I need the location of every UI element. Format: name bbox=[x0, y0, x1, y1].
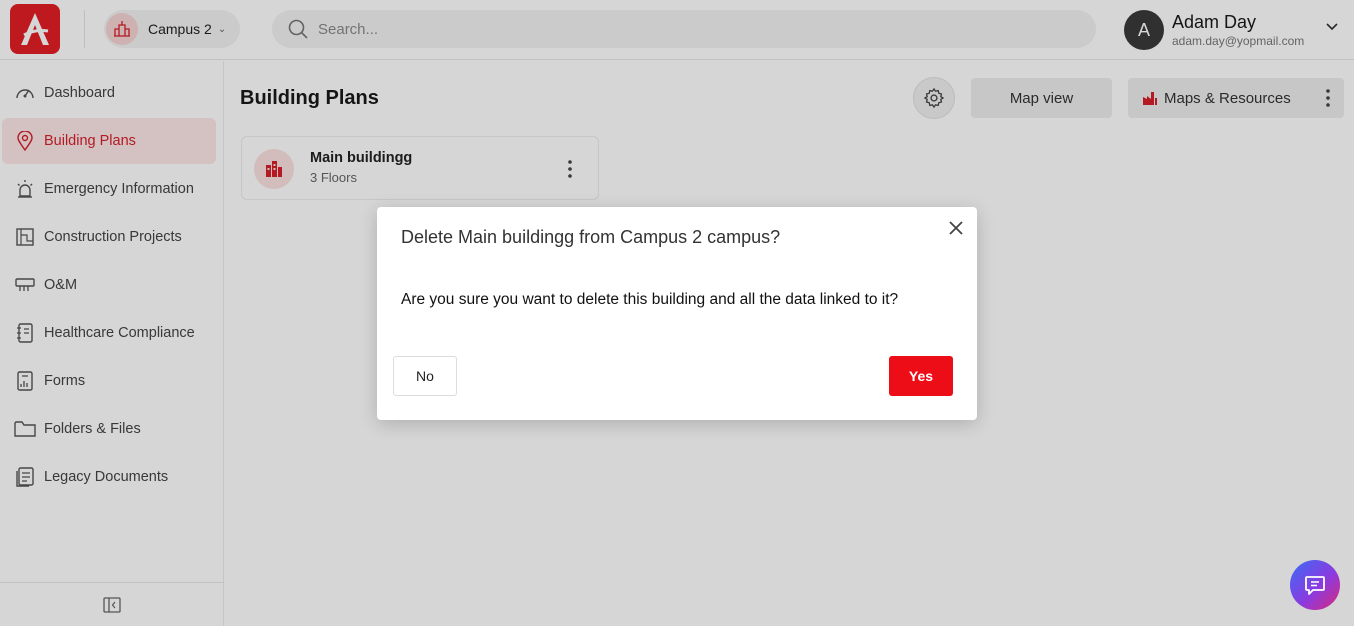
dialog-message: Are you sure you want to delete this bui… bbox=[401, 291, 899, 308]
delete-building-dialog: Delete Main buildingg from Campus 2 camp… bbox=[377, 207, 977, 420]
chat-icon bbox=[1305, 576, 1325, 595]
chat-button[interactable] bbox=[1290, 560, 1340, 610]
dialog-title: Delete Main buildingg from Campus 2 camp… bbox=[401, 227, 781, 247]
close-icon bbox=[949, 221, 963, 235]
no-button[interactable]: No bbox=[393, 356, 457, 396]
close-button[interactable] bbox=[945, 217, 967, 239]
yes-button[interactable]: Yes bbox=[889, 356, 953, 396]
